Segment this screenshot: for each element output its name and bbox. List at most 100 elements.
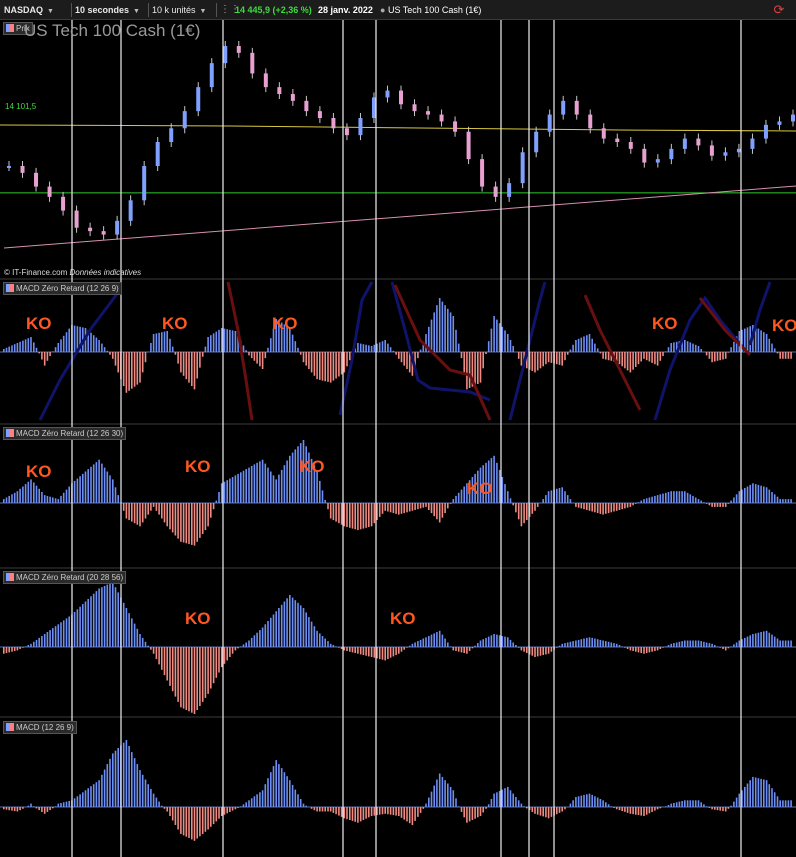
panel-title-2[interactable]: MACD Zéro Retard (12 26 30) bbox=[3, 427, 127, 440]
histogram-bar bbox=[504, 484, 506, 503]
histogram-bar bbox=[365, 503, 367, 528]
histogram-bar bbox=[403, 503, 405, 514]
histogram-bar bbox=[615, 643, 618, 648]
histogram-bar bbox=[746, 783, 749, 807]
histogram-bar bbox=[700, 641, 702, 647]
histogram-bar bbox=[346, 352, 348, 367]
histogram-bar bbox=[136, 628, 139, 647]
histogram-bar bbox=[321, 352, 324, 381]
histogram-bar bbox=[229, 807, 231, 812]
histogram-bar bbox=[163, 647, 166, 676]
histogram-bar bbox=[498, 790, 501, 807]
histogram-bar bbox=[607, 503, 610, 514]
histogram-bar bbox=[730, 500, 732, 503]
histogram-bar bbox=[591, 637, 593, 647]
histogram-bar bbox=[496, 319, 498, 352]
candle bbox=[7, 166, 11, 168]
histogram-bar bbox=[193, 352, 196, 390]
histogram-bar bbox=[35, 807, 38, 809]
histogram-bar bbox=[763, 779, 765, 807]
histogram-bar bbox=[768, 632, 771, 647]
histogram-bar bbox=[547, 807, 550, 819]
histogram-bar bbox=[46, 352, 49, 361]
histogram-bar bbox=[512, 503, 514, 506]
histogram-bar bbox=[136, 764, 139, 807]
histogram-bar bbox=[220, 483, 223, 503]
histogram-bar bbox=[517, 352, 520, 359]
histogram-bar bbox=[498, 635, 501, 647]
histogram-bar bbox=[482, 639, 484, 647]
ko-marker: KO bbox=[185, 609, 211, 628]
histogram-bar bbox=[659, 352, 662, 361]
histogram-bar bbox=[575, 340, 577, 352]
histogram-bar bbox=[765, 487, 768, 504]
histogram-bar bbox=[779, 352, 781, 359]
histogram-bar bbox=[694, 800, 697, 807]
histogram-bar bbox=[218, 647, 220, 673]
histogram-bar bbox=[637, 352, 640, 365]
histogram-bar bbox=[607, 352, 610, 361]
histogram-bar bbox=[455, 329, 457, 352]
histogram-bar bbox=[133, 503, 136, 524]
histogram-bar bbox=[136, 352, 139, 385]
panel-title-3[interactable]: MACD Zéro Retard (20 28 56) bbox=[3, 571, 127, 584]
candle bbox=[304, 100, 309, 112]
histogram-bar bbox=[536, 647, 539, 657]
histogram-bar bbox=[771, 634, 773, 647]
histogram-bar bbox=[299, 605, 302, 647]
histogram-bar bbox=[602, 352, 604, 359]
histogram-bar bbox=[425, 637, 427, 648]
histogram-bar bbox=[667, 347, 670, 352]
panel-title-4[interactable]: MACD (12 26 9) bbox=[3, 721, 77, 734]
histogram-bar bbox=[264, 352, 267, 359]
histogram-bar bbox=[351, 647, 354, 653]
histogram-bar bbox=[212, 503, 215, 510]
histogram-bar bbox=[122, 602, 125, 647]
histogram-bar bbox=[714, 503, 716, 507]
histogram-bar bbox=[588, 503, 591, 511]
histogram-bar bbox=[109, 352, 111, 355]
histogram-bar bbox=[648, 352, 651, 362]
histogram-bar bbox=[569, 499, 572, 503]
histogram-bar bbox=[594, 503, 596, 513]
histogram-bar bbox=[106, 584, 109, 647]
histogram-bar bbox=[346, 647, 348, 651]
candle bbox=[196, 87, 201, 112]
histogram-bar bbox=[201, 352, 204, 357]
histogram-bar bbox=[321, 807, 324, 812]
histogram-bar bbox=[694, 497, 697, 503]
histogram-bar bbox=[16, 343, 19, 352]
histogram-bar bbox=[558, 645, 561, 647]
histogram-bar bbox=[180, 352, 182, 373]
moving-average-line bbox=[0, 124, 796, 132]
histogram-bar bbox=[275, 760, 277, 807]
histogram-bar bbox=[697, 499, 700, 503]
histogram-bar bbox=[403, 352, 405, 366]
histogram-bar bbox=[763, 332, 765, 352]
histogram-bar bbox=[558, 352, 561, 365]
histogram-bar bbox=[645, 647, 648, 653]
histogram-bar bbox=[398, 647, 400, 654]
trendline bbox=[3, 185, 796, 249]
panel-title-1[interactable]: MACD Zéro Retard (12 26 9) bbox=[3, 282, 122, 295]
histogram-bar bbox=[689, 342, 692, 352]
candle bbox=[344, 128, 349, 136]
histogram-bar bbox=[724, 352, 727, 359]
histogram-bar bbox=[253, 796, 256, 807]
histogram-bar bbox=[602, 800, 604, 807]
histogram-bar bbox=[419, 503, 422, 509]
histogram-bar bbox=[689, 640, 692, 647]
histogram-bar bbox=[3, 349, 5, 352]
histogram-bar bbox=[463, 486, 465, 503]
histogram-bar bbox=[92, 464, 95, 503]
histogram-bar bbox=[539, 807, 542, 816]
histogram-bar bbox=[539, 647, 542, 656]
histogram-bar bbox=[414, 807, 416, 821]
histogram-bar bbox=[509, 340, 512, 352]
histogram-bar bbox=[651, 807, 653, 812]
histogram-bar bbox=[329, 643, 332, 648]
histogram-bar bbox=[49, 496, 51, 503]
histogram-bar bbox=[163, 331, 166, 352]
histogram-bar bbox=[605, 503, 607, 514]
histogram-bar bbox=[278, 608, 280, 647]
